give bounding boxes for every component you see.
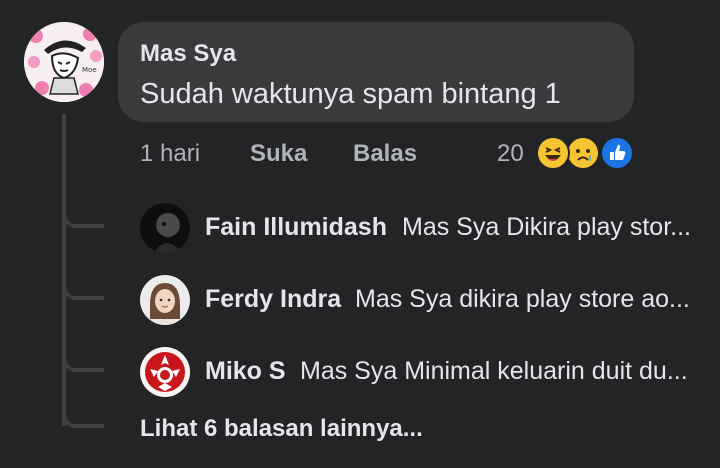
dark-portrait-icon [140,203,190,253]
comment-thread: Moe Mas Sya Sudah waktunya spam bintang … [0,0,720,468]
girl-photo-icon [140,275,190,325]
reply-button[interactable]: Balas [353,140,417,170]
like-icon[interactable] [600,136,634,170]
reply-author[interactable]: Ferdy Indra [205,285,341,314]
reply-item[interactable]: Fain Illumidash Mas Sya Dikira play stor… [140,203,700,253]
sad-icon[interactable] [566,136,600,170]
cartoon-avatar-icon: Moe [24,22,104,102]
comment-bubble: Mas Sya Sudah waktunya spam bintang 1 [118,22,634,122]
reaction-count[interactable]: 20 [497,140,524,170]
thread-branch-line [62,410,104,428]
comment-author[interactable]: Mas Sya [140,40,236,68]
reply-text: Mas Sya Dikira play stor... [402,213,691,241]
reply-text: Mas Sya Minimal keluarin duit du... [300,357,688,385]
svg-text:Moe: Moe [82,66,97,74]
thread-branch-line [62,210,104,228]
reply-item[interactable]: Ferdy Indra Mas Sya dikira play store ao… [140,275,700,325]
reply-author[interactable]: Miko S [205,357,286,386]
like-button[interactable]: Suka [250,140,307,170]
reply-item[interactable]: Miko S Mas Sya Minimal keluarin duit du.… [140,347,700,397]
view-more-replies-link[interactable]: Lihat 6 balasan lainnya... [140,415,423,443]
comment-text: Sudah waktunya spam bintang 1 [140,78,561,110]
thread-branch-line [62,282,104,300]
reply-author[interactable]: Fain Illumidash [205,213,387,242]
thread-connector-line [62,114,66,426]
comment-timestamp[interactable]: 1 hari [140,140,200,170]
dark-portrait-avatar[interactable] [140,203,190,253]
thread-branch-line [62,354,104,372]
red-emblem-avatar[interactable] [140,347,190,397]
girl-photo-avatar[interactable] [140,275,190,325]
avatar[interactable]: Moe [24,22,104,102]
red-emblem-icon [140,347,190,397]
reply-text: Mas Sya dikira play store ao... [355,285,690,313]
haha-icon[interactable] [536,136,570,170]
